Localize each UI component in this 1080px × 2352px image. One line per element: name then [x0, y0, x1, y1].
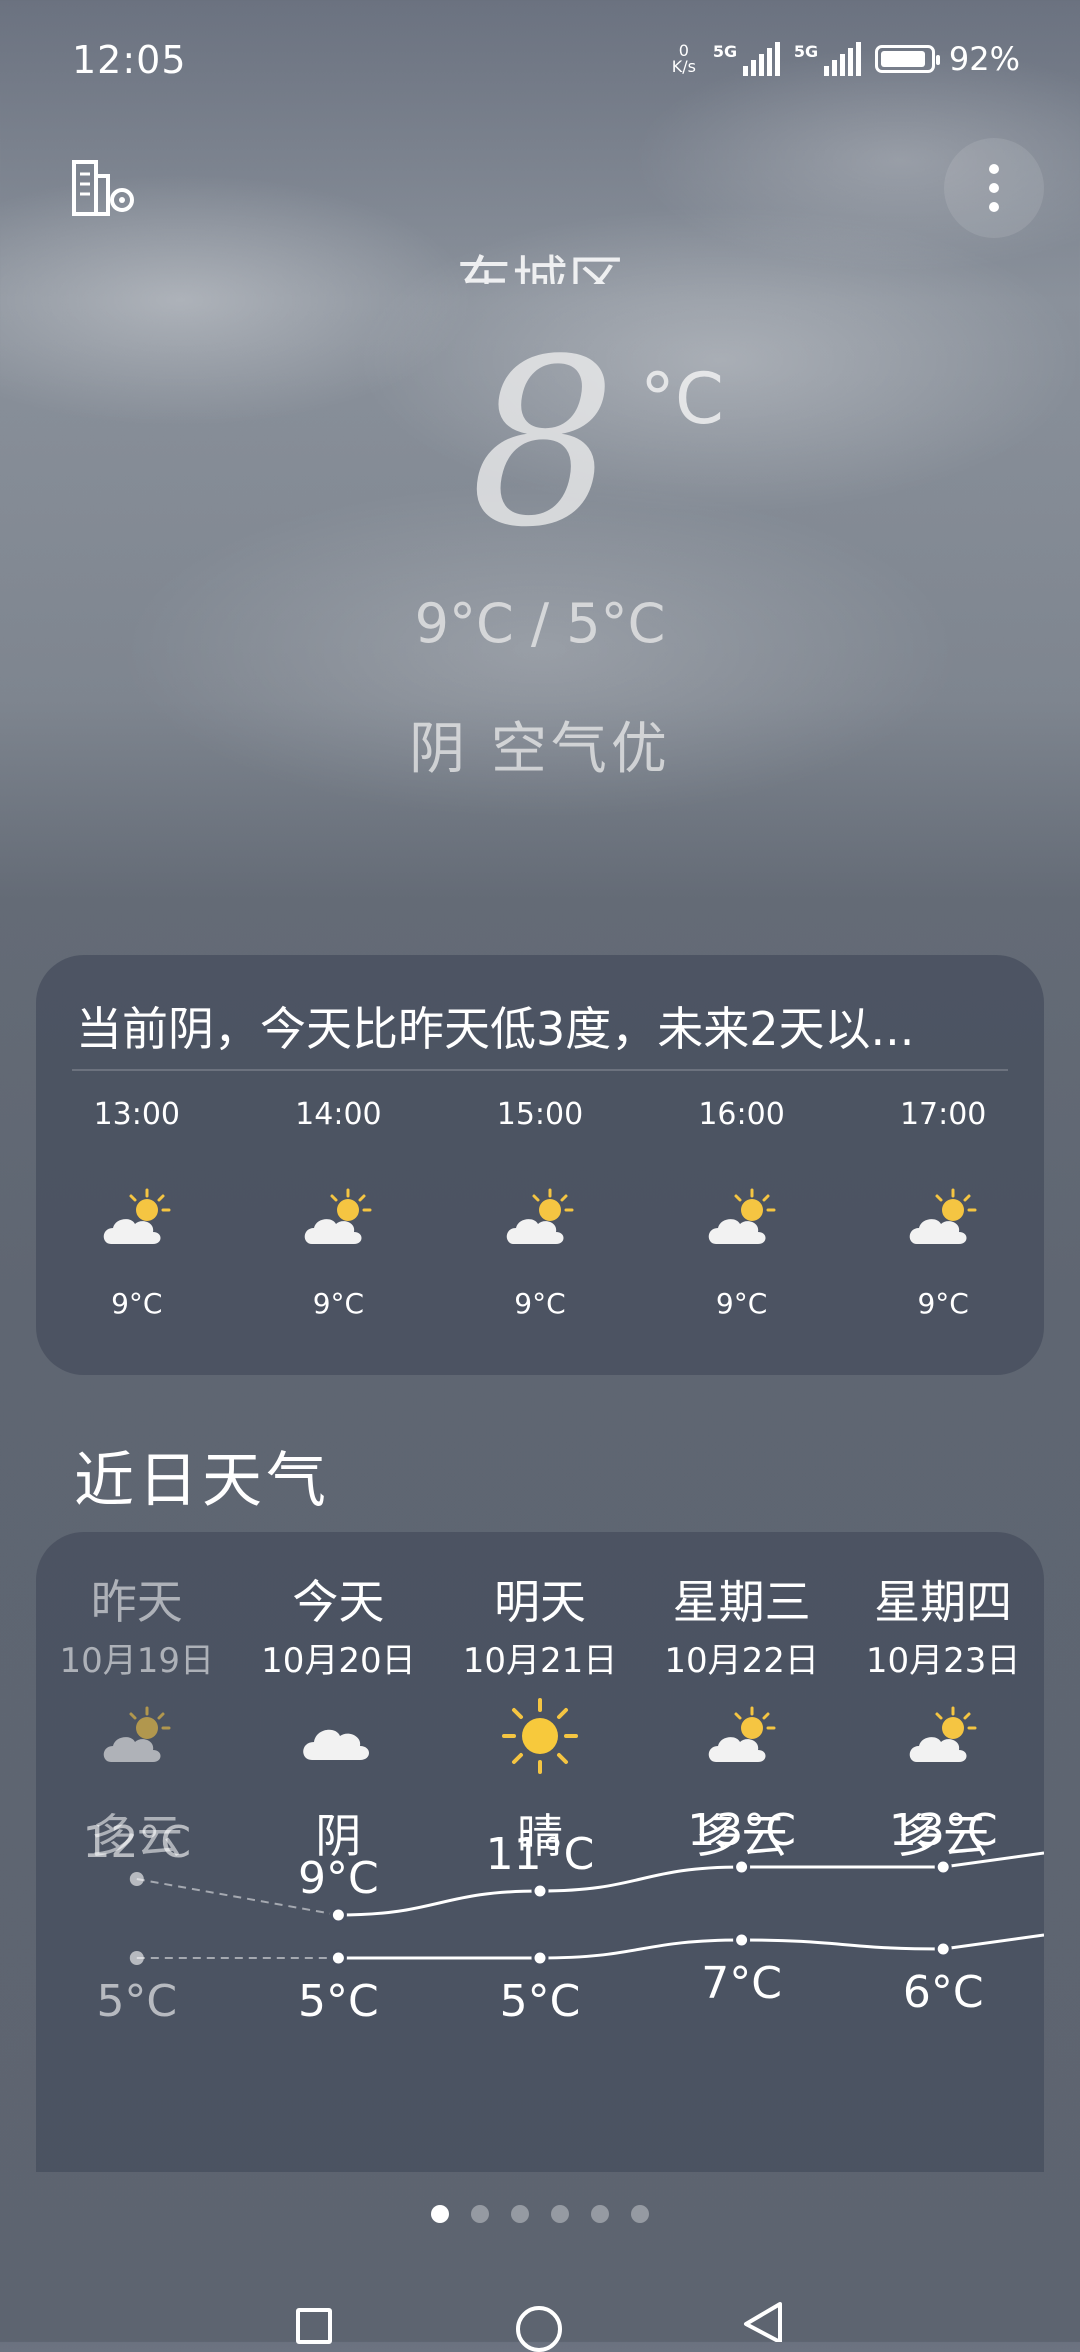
- hourly-item: 15:00 9°C: [439, 1095, 641, 1320]
- high-temp-label: 13°C: [687, 1805, 796, 1856]
- battery-percent: 92%: [948, 40, 1020, 78]
- page-dot: [631, 2205, 649, 2223]
- divider: [72, 1069, 1008, 1071]
- series-0-point: [934, 1858, 952, 1876]
- series-1-point: [934, 1940, 952, 1958]
- series-1-point: [531, 1949, 549, 1967]
- high-temp-label: 9°C: [298, 1853, 379, 1904]
- status-time: 12:05: [72, 38, 187, 82]
- series-0-point: [733, 1858, 751, 1876]
- page-dot: [591, 2205, 609, 2223]
- temperature-unit: °C: [640, 358, 724, 440]
- low-temp-label: 7°C: [701, 1958, 782, 2009]
- low-temp-label: 5°C: [96, 1976, 177, 2027]
- high-temp-label: 12°C: [82, 1817, 191, 1868]
- low-temp-label: 5°C: [500, 1976, 581, 2027]
- more-options-button[interactable]: [944, 138, 1044, 238]
- home-button[interactable]: [516, 2306, 562, 2352]
- high-temp-label: 11°C: [486, 1829, 595, 1880]
- partly-cloudy-icon: [36, 1163, 238, 1273]
- hourly-item: 14:00 9°C: [238, 1095, 440, 1320]
- battery-icon: [874, 45, 940, 73]
- current-condition[interactable]: 阴 空气优: [0, 704, 1080, 785]
- section-title-recent: 近日天气: [74, 1446, 330, 1516]
- network-speed: 0 K/s: [671, 41, 696, 76]
- weather-summary: 当前阴，今天比昨天低3度，未来2天以...: [76, 1002, 915, 1056]
- page-dot: [431, 2205, 449, 2223]
- navigation-bar: [0, 2290, 1080, 2352]
- status-icons: 0 K/s 5G 5G 92%: [669, 40, 1020, 78]
- recents-button[interactable]: [296, 2308, 332, 2344]
- current-temperature: 8: [470, 311, 617, 578]
- hourly-item: 13:00 9°C: [36, 1095, 238, 1320]
- signal-icon: 5G: [794, 42, 861, 76]
- hourly-item: 16:00 9°C: [641, 1095, 843, 1320]
- partly-cloudy-icon: [238, 1163, 440, 1273]
- series-0-point: [129, 1872, 144, 1886]
- temperature-range: 9°C / 5°C: [414, 592, 666, 655]
- series-0-point: [531, 1882, 549, 1900]
- status-bar: 12:05 0 K/s 5G 5G 92%: [0, 0, 1080, 120]
- more-vertical-icon: [989, 164, 999, 212]
- page-dot: [551, 2205, 569, 2223]
- city-manage-icon[interactable]: [70, 158, 140, 218]
- partly-cloudy-icon: [842, 1163, 1044, 1273]
- series-1-point: [129, 1951, 144, 1965]
- series-1-point: [329, 1949, 347, 1967]
- series-1-point: [733, 1931, 751, 1949]
- hourly-forecast-card[interactable]: 当前阴，今天比昨天低3度，未来2天以... 13:00 9°C 14:00 9°…: [36, 955, 1044, 1375]
- series-0-point: [329, 1906, 347, 1924]
- low-temp-label: 5°C: [298, 1976, 379, 2027]
- partly-cloudy-icon: [641, 1163, 843, 1273]
- daily-forecast-card[interactable]: 昨天 10月19日 多云 今天 10月20日 阴 明天 10月21日 晴 星期三…: [36, 1532, 1044, 2172]
- hourly-item: 17:00 9°C: [842, 1095, 1044, 1320]
- low-temp-label: 6°C: [903, 1967, 984, 2018]
- city-name: 东城区: [456, 251, 624, 284]
- page-dot: [511, 2205, 529, 2223]
- signal-icon: 5G: [713, 42, 780, 76]
- partly-cloudy-icon: [439, 1163, 641, 1273]
- temperature-chart: 12°C 9°C 11°C 13°C 13°C 5°C 5°C 5°C 7°C 6°C: [82, 1805, 1044, 2027]
- page-indicator: [0, 2205, 1080, 2223]
- back-button[interactable]: [740, 2302, 786, 2342]
- high-temp-label: 13°C: [889, 1805, 998, 1856]
- page-dot: [471, 2205, 489, 2223]
- hourly-list: 13:00 9°C 14:00 9°C 15:00 9°C 16:00 9°C …: [36, 1095, 1044, 1320]
